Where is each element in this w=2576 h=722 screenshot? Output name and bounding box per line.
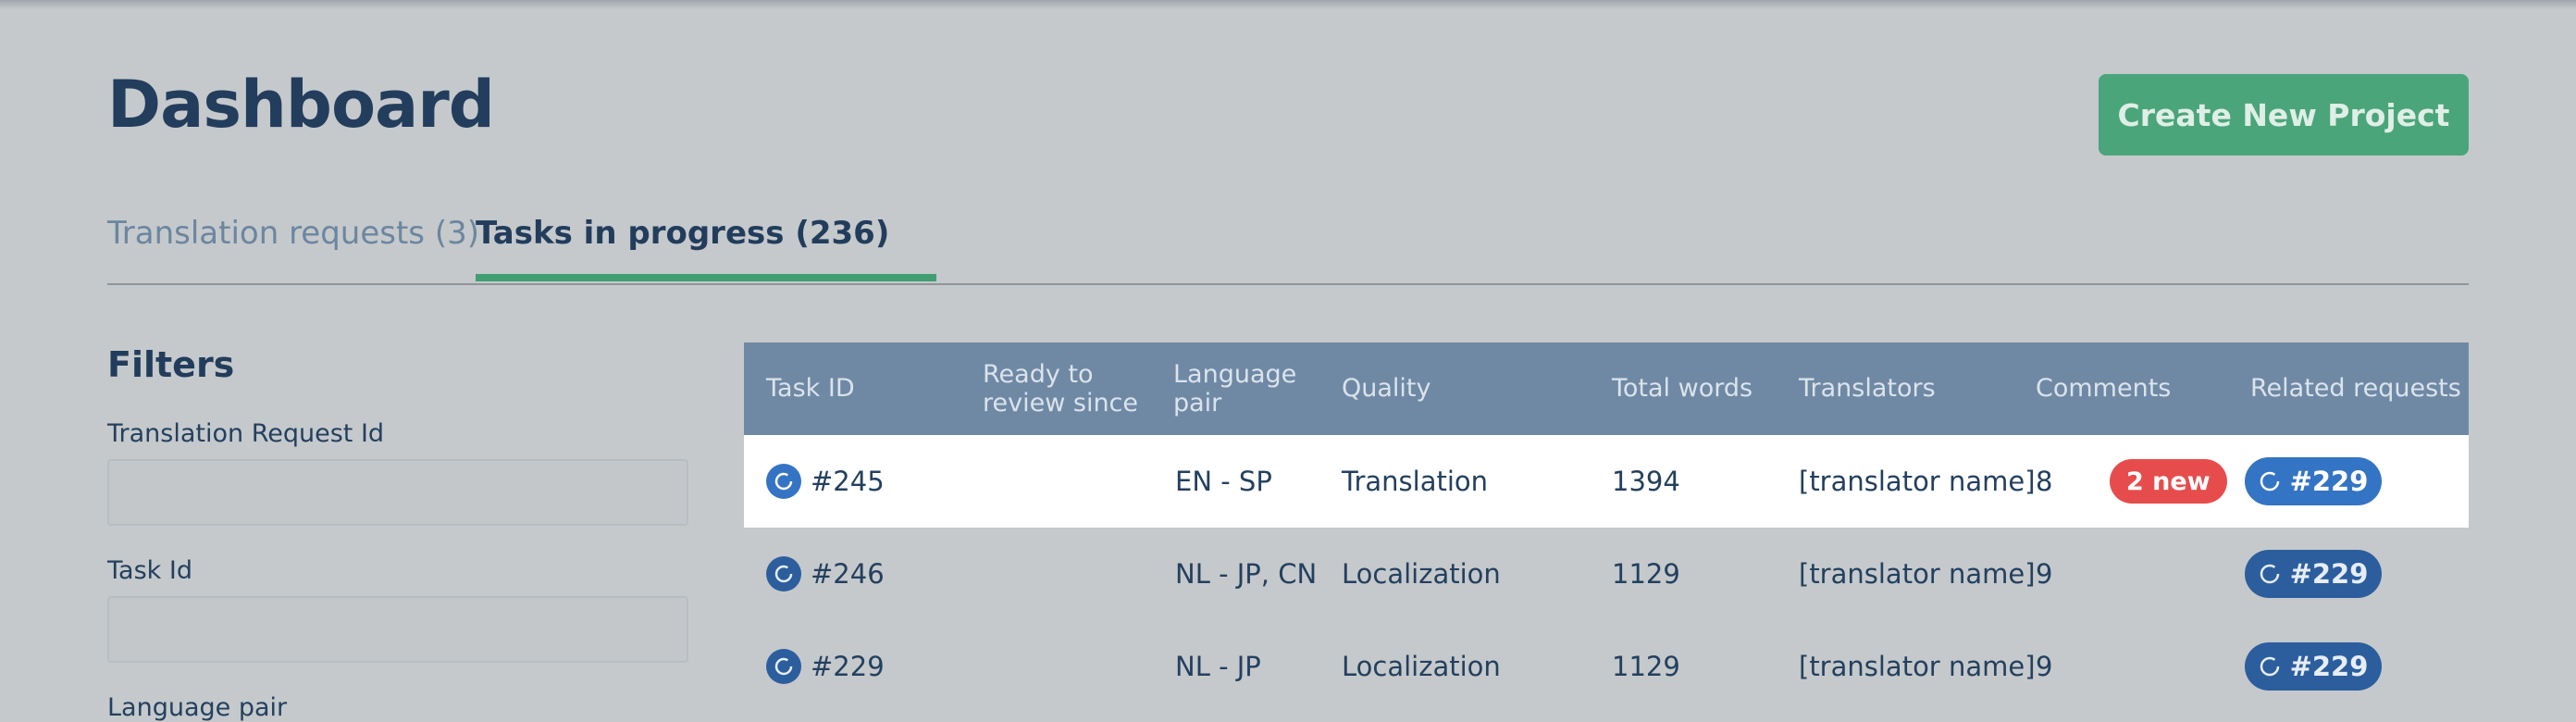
- quality-cell: Localization: [1342, 558, 1501, 590]
- language-pair-cell: EN - SP: [1175, 466, 1272, 497]
- translators-cell: [translator name]: [1799, 651, 2036, 682]
- task-id-label: Task Id: [107, 556, 192, 585]
- total-words-cell: 1129: [1612, 651, 1680, 682]
- quality-cell: Translation: [1342, 466, 1489, 497]
- column-header-task-id[interactable]: Task ID: [766, 342, 951, 435]
- comments-count-cell: 8: [2036, 466, 2053, 497]
- tab-translation-requests[interactable]: Translation requests (3): [107, 215, 479, 252]
- progress-circle-icon: [2260, 564, 2279, 584]
- progress-circle-icon: [766, 556, 801, 591]
- translation-request-id-input[interactable]: [107, 459, 688, 526]
- language-pair-cell: NL - JP: [1175, 651, 1261, 682]
- related-request-pill[interactable]: #229: [2245, 457, 2382, 505]
- page-title: Dashboard: [107, 67, 495, 143]
- comments-count-cell: 9: [2036, 558, 2053, 590]
- translators-cell: [translator name]: [1799, 558, 2036, 590]
- top-shadow: [0, 0, 2576, 9]
- task-id-cell[interactable]: #246: [766, 528, 885, 620]
- related-request-text: #229: [2289, 558, 2369, 590]
- comments-count-cell: 9: [2036, 651, 2053, 682]
- column-header-language-pair[interactable]: Language pair: [1173, 342, 1303, 435]
- total-words-cell: 1129: [1612, 558, 1680, 590]
- progress-circle-icon: [2260, 656, 2279, 677]
- tab-bar: Translation requests (3) Tasks in progre…: [107, 213, 2469, 285]
- table-header: Task ID Ready to review since Language p…: [744, 342, 2469, 435]
- task-id-input[interactable]: [107, 596, 688, 663]
- tab-tasks-in-progress[interactable]: Tasks in progress (236): [476, 215, 889, 252]
- progress-circle-icon: [2260, 471, 2279, 492]
- new-comments-badge[interactable]: 2 new: [2110, 459, 2227, 504]
- column-header-ready-since[interactable]: Ready to review since: [983, 342, 1154, 435]
- table-row[interactable]: #229 NL - JP Localization 1129 [translat…: [744, 620, 2469, 713]
- table-row[interactable]: #246 NL - JP, CN Localization 1129 [tran…: [744, 528, 2469, 620]
- task-id-text: #229: [811, 651, 885, 682]
- active-tab-indicator: [476, 274, 936, 281]
- column-header-total-words[interactable]: Total words: [1612, 342, 1797, 435]
- progress-circle-icon: [766, 464, 801, 499]
- task-id-text: #245: [811, 466, 885, 497]
- language-pair-cell: NL - JP, CN: [1175, 558, 1318, 590]
- table-row[interactable]: #245 EN - SP Translation 1394 [translato…: [744, 435, 2469, 528]
- task-id-cell[interactable]: #245: [766, 435, 885, 528]
- task-id-text: #246: [811, 558, 885, 590]
- related-request-pill[interactable]: #229: [2245, 642, 2382, 691]
- translation-request-id-label: Translation Request Id: [107, 419, 385, 448]
- quality-cell: Localization: [1342, 651, 1501, 682]
- create-new-project-button[interactable]: Create New Project: [2099, 74, 2469, 156]
- column-header-comments[interactable]: Comments: [2036, 342, 2221, 435]
- translators-cell: [translator name]: [1799, 466, 2036, 497]
- column-header-quality[interactable]: Quality: [1342, 342, 1527, 435]
- filters-title: Filters: [107, 344, 235, 385]
- progress-circle-icon: [766, 649, 801, 684]
- column-header-translators[interactable]: Translators: [1799, 342, 1984, 435]
- total-words-cell: 1394: [1612, 466, 1680, 497]
- related-request-pill[interactable]: #229: [2245, 550, 2382, 598]
- related-request-text: #229: [2289, 466, 2369, 497]
- column-header-related-requests[interactable]: Related requests: [2250, 342, 2463, 435]
- related-request-text: #229: [2289, 651, 2369, 682]
- task-id-cell[interactable]: #229: [766, 620, 885, 713]
- language-pair-label: Language pair: [107, 693, 288, 722]
